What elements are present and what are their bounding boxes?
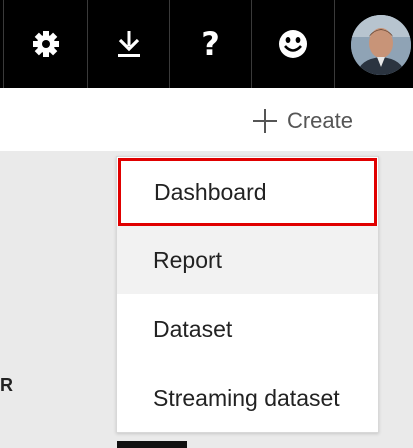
user-avatar[interactable] — [351, 15, 411, 75]
menu-item-label: Dataset — [153, 315, 233, 342]
feedback-button[interactable] — [252, 0, 334, 88]
menu-item-dashboard[interactable]: Dashboard — [118, 158, 377, 226]
create-button[interactable]: Create — [252, 107, 353, 135]
menu-item-report[interactable]: Report — [117, 226, 378, 294]
help-icon: ? — [201, 25, 220, 63]
top-navigation-bar: ? — [0, 0, 413, 88]
menu-item-label: Report — [153, 246, 223, 273]
menu-item-label: Streaming dataset — [153, 384, 340, 411]
create-dropdown-menu: Dashboard Report Dataset Streaming datas… — [116, 156, 379, 433]
download-icon — [117, 29, 141, 59]
help-button[interactable]: ? — [170, 0, 251, 88]
bottom-tab-indicator — [117, 441, 187, 448]
app-page: ? Create R Dashboard Report Dataset Stre… — [0, 0, 413, 448]
partial-heading: R — [0, 375, 13, 395]
settings-button[interactable] — [4, 0, 87, 88]
gear-icon — [31, 29, 61, 59]
smiley-icon — [278, 29, 308, 59]
menu-item-dataset[interactable]: Dataset — [117, 295, 378, 363]
menu-item-streaming-dataset[interactable]: Streaming dataset — [117, 364, 378, 432]
create-label: Create — [286, 108, 353, 133]
plus-icon — [252, 109, 277, 133]
divider — [334, 0, 335, 88]
menu-item-label: Dashboard — [154, 178, 267, 205]
download-button[interactable] — [88, 0, 169, 88]
